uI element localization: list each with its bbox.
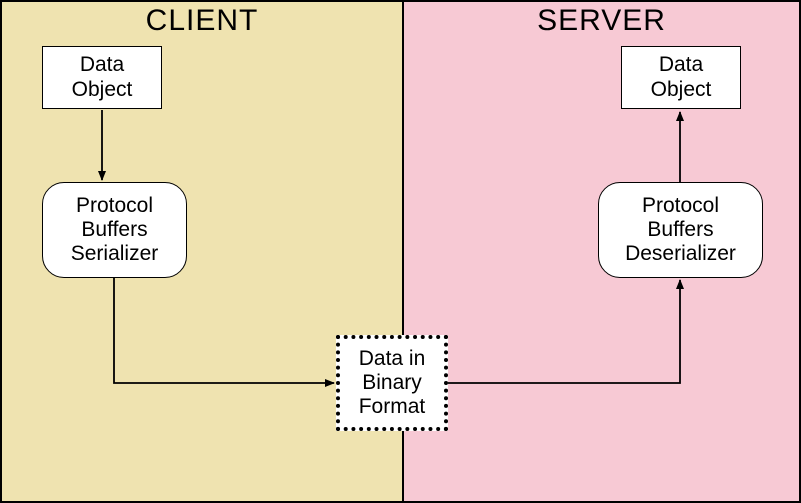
protocol-buffers-serializer-box: ProtocolBuffersSerializer xyxy=(42,182,187,278)
deserializer-label: ProtocolBuffersDeserializer xyxy=(625,194,736,266)
server-title: SERVER xyxy=(404,4,799,38)
binary-data-label: Data inBinaryFormat xyxy=(359,347,426,419)
diagram-canvas: CLIENT SERVER DataObject ProtocolBuffers… xyxy=(0,0,801,503)
server-data-object-label: DataObject xyxy=(651,53,712,101)
serializer-label: ProtocolBuffersSerializer xyxy=(71,194,159,266)
protocol-buffers-deserializer-box: ProtocolBuffersDeserializer xyxy=(598,182,763,278)
client-title: CLIENT xyxy=(2,4,402,38)
binary-data-box: Data inBinaryFormat xyxy=(336,335,448,431)
server-data-object-box: DataObject xyxy=(621,46,741,109)
client-data-object-box: DataObject xyxy=(42,46,162,109)
client-data-object-label: DataObject xyxy=(72,53,133,101)
